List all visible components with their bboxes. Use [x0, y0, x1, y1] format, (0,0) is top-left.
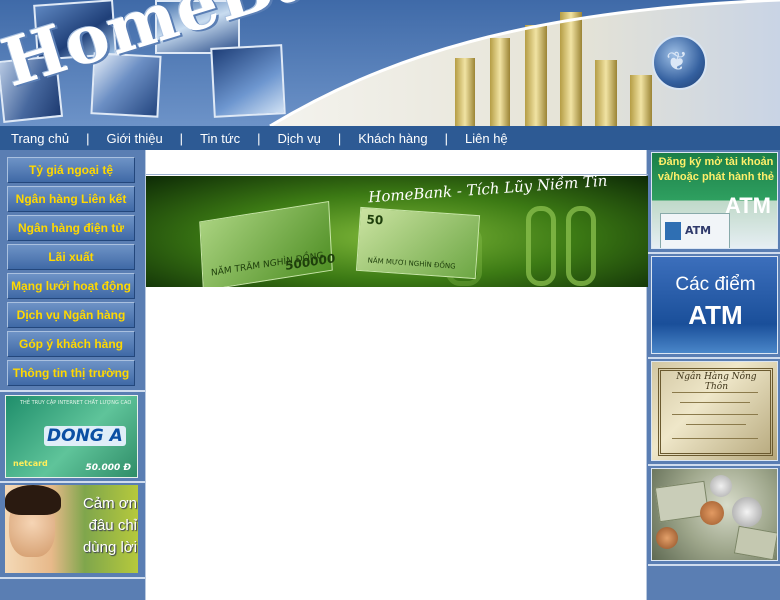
menu-bank-services-button[interactable]: Dịch vụ Ngân hàng: [7, 302, 135, 328]
banner-decoration: [526, 206, 556, 286]
bank-certificate-ad[interactable]: Ngân Hàng Nông Thôn: [651, 361, 778, 461]
banknote-value: 500000: [284, 251, 336, 273]
sidebar-divider: [648, 252, 780, 254]
atm-ad-line2: ATM: [688, 300, 743, 330]
menu-market-info-button[interactable]: Thông tin thị trường: [7, 360, 135, 386]
menu-feedback-button[interactable]: Góp ý khách hàng: [7, 331, 135, 357]
coin-icon: [732, 497, 762, 527]
nav-separator: |: [86, 130, 90, 146]
sidebar-divider: [0, 390, 145, 392]
register-ad-text: Đăng ký mở tài khoản và/hoặc phát hành t…: [657, 156, 775, 183]
nav-home[interactable]: Trang chủ: [11, 131, 69, 146]
site-header: HomeBank.com ❦: [0, 0, 780, 126]
nav-news[interactable]: Tin tức: [200, 131, 240, 146]
finance-photo: [210, 44, 286, 118]
nav-services[interactable]: Dịch vụ: [277, 131, 320, 146]
certificate-text-line: [680, 402, 750, 403]
banner-decoration: [566, 206, 596, 286]
right-sidebar: Đăng ký mở tài khoản và/hoặc phát hành t…: [648, 150, 780, 600]
certificate-text-line: [672, 438, 758, 439]
main-content: NĂM TRĂM NGHÌN ĐỒNG 500000 50 NĂM MƯƠI N…: [145, 150, 648, 600]
nav-separator: |: [444, 130, 449, 146]
child-hair-image: [5, 485, 61, 515]
menu-e-banking-button[interactable]: Ngân hàng điện tử: [7, 215, 135, 241]
banknote-text: NĂM MƯƠI NGHÌN ĐỒNG: [367, 256, 456, 271]
coin-icon: [656, 527, 678, 549]
nav-separator: |: [257, 130, 261, 146]
banknote-500000-image: NĂM TRĂM NGHÌN ĐỒNG 500000: [199, 201, 336, 287]
left-sidebar: Tỷ giá ngoại tệ Ngân hàng Liên kết Ngân …: [0, 150, 145, 600]
sidebar-divider: [648, 464, 780, 466]
homebank-banner[interactable]: NĂM TRĂM NGHÌN ĐỒNG 500000 50 NĂM MƯƠI N…: [146, 176, 648, 287]
register-ad-atm-label: ATM: [724, 193, 771, 218]
atm-logo-icon: [665, 222, 681, 240]
menu-network-button[interactable]: Mạng lưới hoạt động: [7, 273, 135, 299]
menu-interest-rates-button[interactable]: Lãi xuất: [7, 244, 135, 270]
sidebar-divider: [0, 481, 145, 483]
nav-customers[interactable]: Khách hàng: [358, 131, 427, 146]
certificate-text-line: [672, 392, 758, 393]
sidebar-divider: [648, 357, 780, 359]
thank-you-line: Cảm ơn: [82, 495, 137, 512]
coins-and-bills-ad[interactable]: [651, 468, 778, 561]
certificate-text-line: [686, 424, 746, 425]
main-navigation: Trang chủ | Giới thiệu | Tin tức | Dịch …: [0, 126, 780, 150]
banknote-value: 50: [366, 212, 384, 228]
globe-emblem-icon: ❦: [652, 35, 707, 90]
banner-title: HomeBank - Tích Lũy Niềm Tin: [367, 176, 608, 207]
banknote-50-image: 50 NĂM MƯƠI NGHÌN ĐỒNG: [355, 206, 481, 280]
thank-you-line: đâu chỉ: [88, 517, 137, 534]
nav-separator: |: [337, 130, 342, 146]
sidebar-divider: [0, 577, 145, 579]
card-price: 50.000 Đ: [85, 463, 131, 473]
nav-separator: |: [179, 130, 184, 146]
netcard-brand-text: netcard: [13, 459, 48, 468]
content-divider: [146, 174, 648, 175]
certificate-heading: Ngân Hàng Nông Thôn: [676, 372, 757, 392]
dollar-bill-image: [733, 525, 777, 560]
menu-exchange-rates-button[interactable]: Tỷ giá ngoại tệ: [7, 157, 135, 183]
atm-machine-label: ATM: [685, 224, 712, 237]
thank-you-line: dùng lời: [82, 539, 137, 556]
donga-netcard-ad[interactable]: THẺ TRUY CẬP INTERNET CHẤT LƯỢNG CAO DON…: [5, 395, 138, 478]
certificate-text-line: [672, 414, 758, 415]
nav-contact[interactable]: Liên hệ: [465, 131, 508, 146]
sidebar-divider: [648, 564, 780, 566]
card-caption: THẺ TRUY CẬP INTERNET CHẤT LƯỢNG CAO: [20, 400, 132, 406]
thank-you-message: Cảm ơn đâu chỉ dùng lời: [67, 493, 137, 559]
menu-partner-banks-button[interactable]: Ngân hàng Liên kết: [7, 186, 135, 212]
emblem-glyph: ❦: [666, 47, 688, 77]
coin-icon: [710, 475, 732, 497]
atm-ad-line1: Các điểm: [675, 274, 756, 295]
nav-about[interactable]: Giới thiệu: [106, 131, 162, 146]
coin-icon: [700, 501, 724, 525]
thank-you-ad[interactable]: Cảm ơn đâu chỉ dùng lời: [5, 485, 138, 573]
atm-machine-image: ATM: [660, 213, 730, 248]
register-atm-card-ad[interactable]: Đăng ký mở tài khoản và/hoặc phát hành t…: [651, 152, 778, 249]
donga-brand-text: DONG A: [44, 426, 126, 446]
atm-locations-ad[interactable]: Các điểm ATM: [651, 256, 778, 354]
